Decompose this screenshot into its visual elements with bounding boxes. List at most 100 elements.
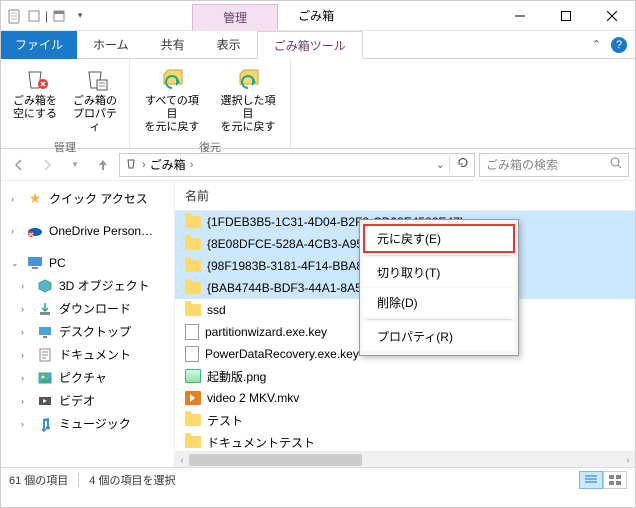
file-row[interactable]: 起動版.png — [175, 365, 635, 387]
context-menu-item[interactable]: 切り取り(T) — [363, 258, 515, 287]
ribbon-body: ごみ箱を 空にする ごみ箱の プロパティ 管理 すべての項目 を元に戻す — [1, 59, 635, 149]
recycle-empty-icon — [20, 63, 50, 93]
file-icon — [185, 346, 199, 362]
nav-item-cube[interactable]: ›3D オブジェクト — [1, 274, 174, 297]
file-list-area: 名前 {1FDEB3B5-1C31-4D04-B2F8-CD08E4582E47… — [175, 181, 635, 467]
window-controls — [497, 1, 635, 31]
file-name: video 2 MKV.mkv — [207, 391, 299, 405]
search-input[interactable]: ごみ箱の検索 — [479, 153, 629, 177]
star-icon: ★ — [27, 191, 43, 207]
close-button[interactable] — [589, 1, 635, 31]
recycle-props-icon — [80, 63, 110, 93]
ribbon-tab-share[interactable]: 共有 — [145, 31, 201, 59]
hscroll-thumb[interactable] — [189, 454, 362, 466]
nav-item-download[interactable]: ›ダウンロード — [1, 297, 174, 320]
folder-icon — [185, 216, 201, 228]
folder-icon — [185, 238, 201, 250]
up-button[interactable] — [91, 153, 115, 177]
help-icon[interactable]: ? — [611, 37, 627, 53]
video-icon — [185, 391, 201, 405]
nav-item-desktop[interactable]: ›デスクトップ — [1, 320, 174, 343]
address-dropdown[interactable]: ⌄ — [436, 158, 445, 171]
app-icon — [5, 7, 23, 25]
music-icon — [37, 416, 53, 432]
file-icon — [185, 324, 199, 340]
restore-all-label: すべての項目 を元に戻す — [140, 95, 204, 135]
qat-btn-1[interactable] — [25, 7, 43, 25]
file-name: {98F1983B-3181-4F14-BBA8… — [207, 259, 375, 273]
file-name: 起動版.png — [207, 368, 266, 385]
view-icons-button[interactable] — [603, 471, 627, 489]
nav-item-music[interactable]: ›ミュージック — [1, 412, 174, 435]
quick-access-toolbar: | ▾ — [1, 7, 92, 25]
restore-selected-button[interactable]: 選択した項目 を元に戻す — [212, 61, 284, 137]
path-segment[interactable]: ごみ箱 — [150, 156, 186, 173]
folder-icon — [185, 436, 201, 448]
ribbon-tab-home[interactable]: ホーム — [77, 31, 145, 59]
view-toggle — [579, 471, 627, 489]
image-icon — [185, 369, 201, 383]
recent-dropdown[interactable]: ▾ — [63, 153, 87, 177]
restore-all-button[interactable]: すべての項目 を元に戻す — [136, 61, 208, 137]
folder-icon — [185, 304, 201, 316]
ribbon-group-manage: ごみ箱を 空にする ごみ箱の プロパティ 管理 — [1, 59, 130, 148]
context-menu-item[interactable]: プロパティ(R) — [363, 322, 515, 351]
ribbon-tab-recycle-tools[interactable]: ごみ箱ツール — [257, 31, 363, 59]
onedrive-icon — [27, 223, 43, 239]
status-total: 61 個の項目 — [9, 472, 68, 488]
file-name: partitionwizard.exe.key — [205, 325, 327, 339]
ribbon-tabs: ファイル ホーム 共有 表示 ごみ箱ツール ⌃ ? — [1, 31, 635, 59]
address-path[interactable]: › ごみ箱 › ⌄ — [119, 153, 475, 177]
back-button[interactable] — [7, 153, 31, 177]
context-menu: 元に戻す(E) 切り取り(T)削除(D) プロパティ(R) — [359, 219, 519, 356]
file-name: テスト — [207, 412, 243, 429]
file-row[interactable]: video 2 MKV.mkv — [175, 387, 635, 409]
recycle-props-label: ごみ箱の プロパティ — [71, 95, 119, 135]
ribbon-right-controls: ⌃ ? — [584, 37, 635, 53]
picture-icon — [37, 370, 53, 386]
title-context-tab: 管理 — [192, 4, 278, 30]
folder-icon — [185, 282, 201, 294]
nav-item-document[interactable]: ›ドキュメント — [1, 343, 174, 366]
file-name: ドキュメントテスト — [207, 434, 315, 451]
context-menu-item[interactable]: 元に戻す(E) — [363, 224, 515, 253]
address-bar: ▾ › ごみ箱 › ⌄ ごみ箱の検索 — [1, 149, 635, 181]
file-row[interactable]: ドキュメントテスト — [175, 431, 635, 451]
navigation-pane: › ★ クイック アクセス › OneDrive Person… ⌄ PC ›3… — [1, 181, 175, 467]
context-menu-item[interactable]: 削除(D) — [363, 288, 515, 317]
horizontal-scrollbar[interactable]: ‹ › — [175, 451, 635, 467]
forward-button[interactable] — [35, 153, 59, 177]
nav-pc[interactable]: ⌄ PC — [1, 252, 174, 274]
qat-btn-2[interactable] — [50, 7, 68, 25]
file-name: {8E08DFCE-528A-4CB3-A95B… — [207, 237, 383, 251]
recycle-props-button[interactable]: ごみ箱の プロパティ — [67, 61, 123, 137]
nav-onedrive[interactable]: › OneDrive Person… — [1, 220, 174, 242]
qat-overflow[interactable]: ▾ — [70, 7, 88, 25]
empty-recycle-button[interactable]: ごみ箱を 空にする — [7, 61, 63, 123]
status-selected: 4 個の項目を選択 — [89, 472, 175, 488]
ribbon-tab-view[interactable]: 表示 — [201, 31, 257, 59]
refresh-button[interactable] — [449, 156, 470, 173]
file-row[interactable]: テスト — [175, 409, 635, 431]
file-tab[interactable]: ファイル — [1, 31, 77, 59]
view-details-button[interactable] — [579, 471, 603, 489]
nav-item-video[interactable]: ›ビデオ — [1, 389, 174, 412]
ribbon-group-restore: すべての項目 を元に戻す 選択した項目 を元に戻す 復元 — [130, 59, 291, 148]
video-icon — [37, 393, 53, 409]
content-area: › ★ クイック アクセス › OneDrive Person… ⌄ PC ›3… — [1, 181, 635, 467]
minimize-button[interactable] — [497, 1, 543, 31]
ribbon-collapse-icon[interactable]: ⌃ — [592, 38, 601, 51]
file-name: PowerDataRecovery.exe.key — [205, 347, 359, 361]
titlebar: | ▾ 管理 ごみ箱 — [1, 1, 635, 31]
folder-icon — [185, 414, 201, 426]
desktop-icon — [37, 324, 53, 340]
file-name: {BAB4744B-BDF3-44A1-8A5… — [207, 281, 374, 295]
window-title: ごみ箱 — [278, 7, 354, 24]
column-header-name[interactable]: 名前 — [175, 181, 635, 211]
restore-all-icon — [157, 63, 187, 93]
file-list: {1FDEB3B5-1C31-4D04-B2F8-CD08E4582E47}{8… — [175, 211, 635, 451]
document-icon — [37, 347, 53, 363]
maximize-button[interactable] — [543, 1, 589, 31]
nav-item-picture[interactable]: ›ピクチャ — [1, 366, 174, 389]
nav-quick-access[interactable]: › ★ クイック アクセス — [1, 187, 174, 210]
